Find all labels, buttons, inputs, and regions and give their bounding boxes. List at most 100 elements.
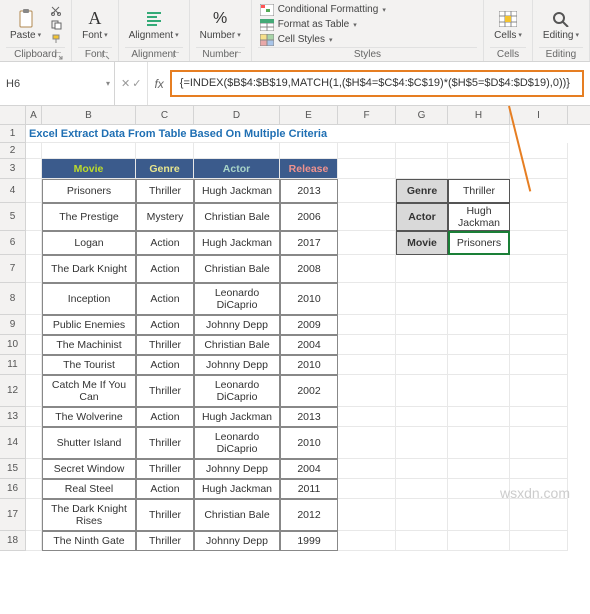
table-cell-movie[interactable]: Catch Me If You Can xyxy=(42,375,136,407)
alignment-button[interactable]: Alignment▾ xyxy=(125,7,183,43)
chevron-down-icon[interactable]: ▾ xyxy=(106,79,110,88)
table-cell-genre[interactable]: Thriller xyxy=(136,531,194,551)
table-cell-actor[interactable]: Hugh Jackman xyxy=(194,407,280,427)
paste-button[interactable]: Paste▾ xyxy=(6,7,45,43)
cell[interactable] xyxy=(136,143,194,159)
row-header[interactable]: 9 xyxy=(0,315,26,335)
table-cell-actor[interactable]: Johnny Depp xyxy=(194,315,280,335)
col-header[interactable]: G xyxy=(396,106,448,124)
fx-icon[interactable]: fx xyxy=(148,77,169,91)
format-as-table-button[interactable]: Format as Table▾ xyxy=(258,18,359,32)
table-cell-release[interactable]: 2010 xyxy=(280,283,338,315)
row-header[interactable]: 5 xyxy=(0,203,26,231)
cells-button[interactable]: Cells▾ xyxy=(490,7,526,43)
col-header[interactable]: I xyxy=(510,106,568,124)
header-genre[interactable]: Genre xyxy=(136,159,194,179)
table-cell-movie[interactable]: Public Enemies xyxy=(42,315,136,335)
side-movie-value[interactable]: Prisoners xyxy=(448,231,510,255)
format-painter-button[interactable] xyxy=(49,33,65,45)
formula-input[interactable]: {=INDEX($B$4:$B$19,MATCH(1,($H$4=$C$4:$C… xyxy=(170,70,584,97)
side-movie-label[interactable]: Movie xyxy=(396,231,448,255)
row-header[interactable]: 10 xyxy=(0,335,26,355)
table-cell-genre[interactable]: Action xyxy=(136,231,194,255)
row-header[interactable]: 11 xyxy=(0,355,26,375)
header-movie[interactable]: Movie xyxy=(42,159,136,179)
conditional-formatting-button[interactable]: Conditional Formatting▾ xyxy=(258,3,388,17)
header-release[interactable]: Release xyxy=(280,159,338,179)
table-cell-movie[interactable]: Secret Window xyxy=(42,459,136,479)
table-cell-genre[interactable]: Action xyxy=(136,479,194,499)
table-cell-genre[interactable]: Action xyxy=(136,283,194,315)
table-cell-actor[interactable]: Hugh Jackman xyxy=(194,231,280,255)
table-cell-movie[interactable]: Real Steel xyxy=(42,479,136,499)
cell[interactable] xyxy=(42,143,136,159)
side-actor-label[interactable]: Actor xyxy=(396,203,448,231)
table-cell-actor[interactable]: Leonardo DiCaprio xyxy=(194,427,280,459)
cell[interactable] xyxy=(280,143,338,159)
col-header[interactable]: E xyxy=(280,106,338,124)
side-actor-value[interactable]: Hugh Jackman xyxy=(448,203,510,231)
col-header[interactable]: D xyxy=(194,106,280,124)
table-cell-release[interactable]: 2012 xyxy=(280,499,338,531)
col-header[interactable]: C xyxy=(136,106,194,124)
cell-styles-button[interactable]: Cell Styles▾ xyxy=(258,33,335,47)
table-cell-release[interactable]: 2017 xyxy=(280,231,338,255)
table-cell-movie[interactable]: Shutter Island xyxy=(42,427,136,459)
table-cell-genre[interactable]: Action xyxy=(136,407,194,427)
row-header[interactable]: 14 xyxy=(0,427,26,459)
row-header[interactable]: 18 xyxy=(0,531,26,551)
table-cell-release[interactable]: 2006 xyxy=(280,203,338,231)
table-cell-movie[interactable]: The Tourist xyxy=(42,355,136,375)
table-cell-movie[interactable]: Prisoners xyxy=(42,179,136,203)
table-cell-release[interactable]: 2004 xyxy=(280,335,338,355)
table-cell-actor[interactable]: Leonardo DiCaprio xyxy=(194,375,280,407)
table-cell-release[interactable]: 2013 xyxy=(280,179,338,203)
table-cell-genre[interactable]: Action xyxy=(136,355,194,375)
table-cell-genre[interactable]: Thriller xyxy=(136,459,194,479)
table-cell-release[interactable]: 2002 xyxy=(280,375,338,407)
table-cell-actor[interactable]: Johnny Depp xyxy=(194,459,280,479)
cut-button[interactable] xyxy=(49,5,65,17)
table-cell-actor[interactable]: Leonardo DiCaprio xyxy=(194,283,280,315)
table-cell-genre[interactable]: Thriller xyxy=(136,499,194,531)
cell[interactable] xyxy=(338,143,396,159)
table-cell-genre[interactable]: Thriller xyxy=(136,427,194,459)
side-genre-value[interactable]: Thriller xyxy=(448,179,510,203)
table-cell-genre[interactable]: Mystery xyxy=(136,203,194,231)
dialog-launcher-icon[interactable] xyxy=(173,52,181,60)
table-cell-actor[interactable]: Christian Bale xyxy=(194,335,280,355)
col-header[interactable]: F xyxy=(338,106,396,124)
enter-formula-icon[interactable]: ✓ xyxy=(132,77,141,90)
col-header[interactable]: H xyxy=(448,106,510,124)
table-cell-actor[interactable]: Johnny Depp xyxy=(194,531,280,551)
dialog-launcher-icon[interactable] xyxy=(235,52,243,60)
table-cell-release[interactable]: 2010 xyxy=(280,427,338,459)
table-cell-genre[interactable]: Action xyxy=(136,255,194,283)
row-header[interactable]: 7 xyxy=(0,255,26,283)
row-header[interactable]: 13 xyxy=(0,407,26,427)
cell[interactable] xyxy=(510,143,568,159)
side-genre-label[interactable]: Genre xyxy=(396,179,448,203)
table-cell-actor[interactable]: Hugh Jackman xyxy=(194,179,280,203)
table-cell-actor[interactable]: Christian Bale xyxy=(194,499,280,531)
dialog-launcher-icon[interactable] xyxy=(55,52,63,60)
row-header[interactable]: 6 xyxy=(0,231,26,255)
page-title[interactable]: Excel Extract Data From Table Based On M… xyxy=(26,125,510,143)
table-cell-genre[interactable]: Thriller xyxy=(136,375,194,407)
table-cell-genre[interactable]: Thriller xyxy=(136,335,194,355)
table-cell-actor[interactable]: Christian Bale xyxy=(194,203,280,231)
table-cell-actor[interactable]: Hugh Jackman xyxy=(194,479,280,499)
row-header[interactable]: 12 xyxy=(0,375,26,407)
font-button[interactable]: A Font▾ xyxy=(78,7,112,43)
table-cell-movie[interactable]: The Machinist xyxy=(42,335,136,355)
table-cell-movie[interactable]: Logan xyxy=(42,231,136,255)
cell[interactable] xyxy=(396,143,448,159)
col-header[interactable]: B xyxy=(42,106,136,124)
table-cell-release[interactable]: 2009 xyxy=(280,315,338,335)
row-header[interactable]: 17 xyxy=(0,499,26,531)
table-cell-actor[interactable]: Christian Bale xyxy=(194,255,280,283)
row-header[interactable]: 15 xyxy=(0,459,26,479)
number-button[interactable]: % Number▾ xyxy=(196,7,245,43)
spreadsheet-grid[interactable]: A B C D E F G H I 1Excel Extract Data Fr… xyxy=(0,106,590,551)
table-cell-release[interactable]: 1999 xyxy=(280,531,338,551)
